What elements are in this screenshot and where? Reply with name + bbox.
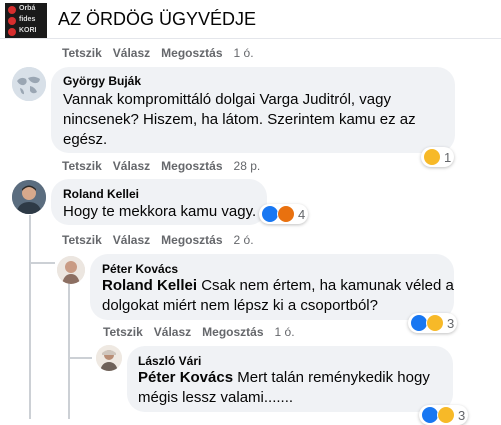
share-action[interactable]: Megosztás <box>161 233 222 247</box>
comment-line: Csak nem értem, ha kamunak véled a <box>197 277 454 294</box>
reaction-summary[interactable]: 3 <box>408 313 458 333</box>
comment-line: Mert talán reménykedik hogy <box>233 369 430 386</box>
avatar[interactable] <box>57 256 85 284</box>
comment-actions-top: Tetszik Válasz Megosztás 1 ó. <box>62 46 265 60</box>
avatar[interactable] <box>12 67 46 101</box>
comment-author[interactable]: László Vári <box>138 354 201 368</box>
profile-photo-icon <box>57 256 85 284</box>
haha-icon <box>423 148 441 166</box>
reaction-count: 3 <box>447 315 455 331</box>
comment-line: nincsenek? Hiszem, ha látom. Szerintem k… <box>63 111 416 128</box>
comment-line: Vannak kompromittáló dolgai Varga Juditr… <box>63 91 391 108</box>
like-action[interactable]: Tetszik <box>62 233 102 247</box>
reaction-summary[interactable]: 4 <box>259 204 309 224</box>
avatar[interactable] <box>12 180 46 214</box>
reply-action[interactable]: Válasz <box>113 159 150 173</box>
comment-text: Roland Kellei Csak nem értem, ha kamunak… <box>102 276 454 316</box>
profile-photo-icon <box>96 345 122 371</box>
comment-time[interactable]: 28 p. <box>234 159 261 173</box>
comment-author[interactable]: Roland Kellei <box>63 187 139 201</box>
comment-time[interactable]: 1 ó. <box>234 46 254 60</box>
thumb-line-1: Orbá <box>19 5 36 12</box>
share-action[interactable]: Megosztás <box>202 325 263 339</box>
comment-author[interactable]: Péter Kovács <box>102 262 178 276</box>
like-action[interactable]: Tetszik <box>62 159 102 173</box>
comment-text: Vannak kompromittáló dolgai Varga Juditr… <box>63 90 416 150</box>
thread-branch <box>29 262 55 264</box>
comment-time[interactable]: 2 ó. <box>234 233 254 247</box>
comment-line: Hogy te mekkora kamu vagy. <box>63 203 257 220</box>
comment-line: mégis lessz valami....... <box>138 389 294 406</box>
wow-icon <box>426 314 444 332</box>
group-header: Orbá fides KORI AZ ÖRDÖG ÜGYVÉDJE <box>0 0 501 40</box>
reaction-count: 4 <box>298 206 306 222</box>
mention-link[interactable]: Péter Kovács <box>138 369 233 386</box>
thread-line <box>68 282 70 419</box>
comment-line: egész. <box>63 131 108 148</box>
reply-action[interactable]: Válasz <box>113 46 150 60</box>
reaction-summary[interactable]: 1 <box>421 147 455 167</box>
angry-icon <box>277 205 295 223</box>
avatar[interactable] <box>96 345 122 371</box>
comment-actions: Tetszik Válasz Megosztás 2 ó. <box>62 233 265 247</box>
comment-author[interactable]: György Buják <box>63 74 141 88</box>
share-action[interactable]: Megosztás <box>161 159 222 173</box>
reaction-count: 3 <box>458 407 466 423</box>
thumb-line-2: fides <box>19 16 36 23</box>
comment-time[interactable]: 1 ó. <box>275 325 295 339</box>
comment-text: Péter Kovács Mert talán reménykedik hogy… <box>138 368 430 408</box>
group-title[interactable]: AZ ÖRDÖG ÜGYVÉDJE <box>58 9 256 30</box>
comment-actions: Tetszik Válasz Megosztás 1 ó. <box>103 325 306 339</box>
reaction-count: 1 <box>444 149 452 165</box>
like-action[interactable]: Tetszik <box>62 46 102 60</box>
comment-line: dolgokat miért nem lépsz ki a csoportból… <box>102 297 378 314</box>
thumb-line-3: KORI <box>19 27 37 34</box>
share-action[interactable]: Megosztás <box>161 46 222 60</box>
like-action[interactable]: Tetszik <box>103 325 143 339</box>
profile-photo-icon <box>12 180 46 214</box>
reply-action[interactable]: Válasz <box>113 233 150 247</box>
haha-icon <box>437 406 455 424</box>
thread-branch <box>68 357 92 359</box>
group-thumbnail[interactable]: Orbá fides KORI <box>5 3 47 39</box>
world-map-avatar-icon <box>12 67 46 101</box>
thread-line <box>29 215 31 419</box>
comment-text: Hogy te mekkora kamu vagy. <box>63 202 256 222</box>
reaction-summary[interactable]: 3 <box>419 405 469 425</box>
comment-actions: Tetszik Válasz Megosztás 28 p. <box>62 159 271 173</box>
mention-link[interactable]: Roland Kellei <box>102 277 197 294</box>
header-divider <box>0 38 501 39</box>
reply-action[interactable]: Válasz <box>154 325 191 339</box>
